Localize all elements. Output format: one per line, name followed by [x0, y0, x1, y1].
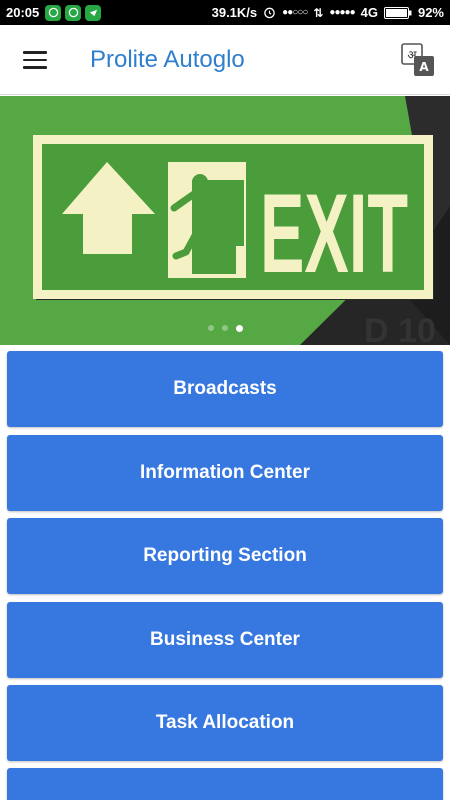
reporting-section-button[interactable]: Reporting Section [7, 518, 443, 594]
app-title: Prolite Autoglo [90, 46, 245, 73]
carousel-dot[interactable] [207, 325, 214, 331]
svg-text:A: A [419, 60, 429, 74]
app-bar: Prolite Autoglo अ A [0, 25, 450, 95]
carousel-indicator [0, 323, 450, 333]
signal-strength-sim2: ●●●●● [329, 7, 355, 18]
sign-text: EXIT [260, 171, 408, 296]
broadcasts-button[interactable]: Broadcasts [7, 351, 443, 427]
network-speed: 39.1K/s [211, 5, 258, 20]
messenger-notification-icon [85, 4, 102, 21]
translate-icon[interactable]: अ A [400, 42, 436, 78]
status-bar: 20:05 39.1K/s ●●○○○ ⇅ ●●●●● 4G 92% [0, 0, 450, 25]
information-center-button[interactable]: Information Center [7, 435, 443, 511]
battery-icon [383, 6, 412, 19]
task-allocation-button[interactable]: Task Allocation [7, 685, 443, 761]
business-center-button[interactable]: Business Center [7, 602, 443, 678]
whatsapp-notification-icon [45, 4, 62, 21]
hamburger-menu-icon[interactable] [16, 43, 52, 77]
status-time: 20:05 [6, 5, 40, 20]
carousel-dot[interactable] [221, 325, 228, 331]
alarm-icon [264, 7, 275, 19]
whatsapp-notification-icon [65, 4, 82, 21]
carousel-dot-active[interactable] [235, 324, 243, 332]
image-carousel[interactable]: EXIT D 10 [0, 96, 450, 345]
signal-strength-sim1: ●●○○○ [282, 7, 308, 18]
battery-level: 92% [417, 5, 444, 20]
network-type: 4G [360, 5, 378, 20]
data-transfer-icon: ⇅ [313, 5, 324, 20]
exit-sign-image: EXIT D 10 [0, 96, 450, 345]
next-menu-button[interactable] [7, 768, 443, 800]
